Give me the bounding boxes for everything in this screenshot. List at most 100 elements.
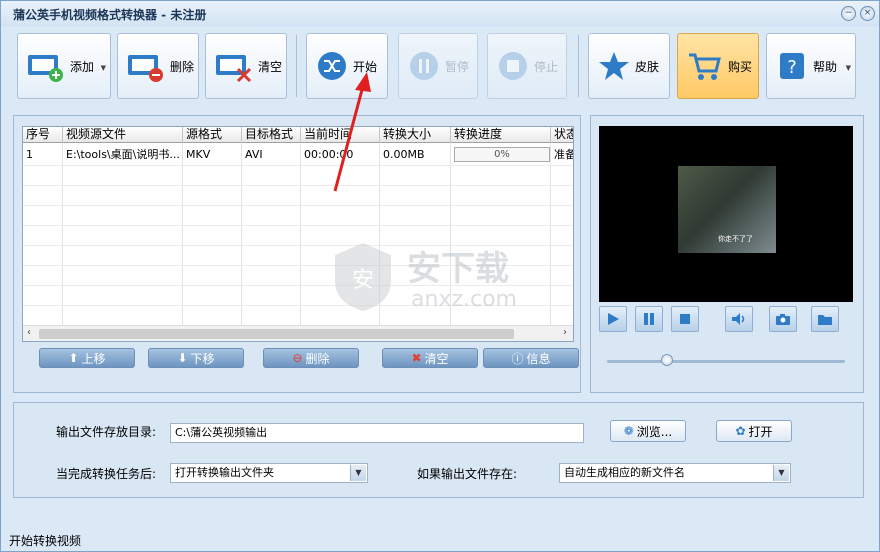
watermark-text: 安下载	[407, 249, 509, 289]
column-divider	[62, 143, 63, 327]
row-divider	[23, 165, 573, 166]
scrollbar-thumb[interactable]	[39, 329, 514, 339]
scroll-left-icon[interactable]: ‹	[27, 327, 31, 338]
after-complete-label: 当完成转换任务后:	[56, 467, 157, 481]
star-icon	[599, 52, 629, 80]
add-button[interactable]: 添加 ▼	[17, 33, 111, 99]
after-complete-value: 打开转换输出文件夹	[175, 466, 274, 479]
info-icon: ⓘ	[511, 351, 524, 366]
arrow-down-icon: ⬇	[177, 351, 188, 365]
film-reel-icon: ✿	[735, 424, 746, 438]
move-up-button[interactable]: ⬆ 上移	[39, 348, 135, 368]
film-delete-icon	[128, 55, 163, 82]
status-bar: 开始转换视频	[1, 529, 879, 551]
buy-label: 购买	[728, 59, 753, 74]
play-icon	[608, 313, 619, 325]
preview-panel: 你走不了了	[590, 115, 864, 393]
delete-button[interactable]: 删除	[117, 33, 199, 99]
video-frame: 你走不了了	[678, 166, 776, 253]
minus-circle-icon: ⊖	[292, 351, 303, 365]
stop-button[interactable]: 停止	[487, 33, 567, 99]
chevron-down-icon: ▼	[845, 64, 851, 72]
volume-button[interactable]	[725, 306, 753, 332]
play-button[interactable]	[599, 306, 627, 332]
file-exists-value: 自动生成相应的新文件名	[564, 466, 685, 479]
output-dir-label: 输出文件存放目录:	[56, 425, 157, 439]
clear-button[interactable]: 清空	[205, 33, 287, 99]
cell-src-format: MKV	[186, 148, 211, 161]
camera-icon	[776, 314, 790, 325]
toolbar-separator	[578, 35, 579, 97]
pause-button[interactable]: 暂停	[398, 33, 478, 99]
info-button[interactable]: ⓘ 信息	[483, 348, 579, 368]
folder-icon	[818, 315, 832, 325]
cell-source: E:\tools\桌面\说明书...	[66, 148, 180, 161]
column-divider	[241, 143, 242, 327]
column-header[interactable]: 转换大小	[380, 127, 451, 143]
app-window: 蒲公英手机视频格式转换器 - 未注册 − × 添加 ▼ 删除 清空 开始 暂停 …	[0, 0, 880, 552]
delete-label: 删除	[170, 59, 195, 74]
stop-preview-button[interactable]	[671, 306, 699, 332]
pause-icon	[410, 52, 438, 80]
column-header[interactable]: 源格式	[183, 127, 242, 143]
svg-text:安: 安	[352, 268, 374, 293]
info-label: 信息	[526, 351, 551, 366]
video-preview: 你走不了了	[599, 126, 853, 302]
pause-preview-button[interactable]	[635, 306, 663, 332]
column-header[interactable]: 目标格式	[242, 127, 301, 143]
shield-logo-icon: 安	[335, 243, 391, 311]
list-delete-button[interactable]: ⊖ 删除	[263, 348, 359, 368]
scroll-right-icon[interactable]: ›	[563, 327, 567, 338]
progress-bar: 0%	[454, 147, 550, 162]
open-output-button[interactable]: ✿ 打开	[716, 420, 792, 442]
cell-index: 1	[26, 148, 33, 161]
skin-button[interactable]: 皮肤	[588, 33, 670, 99]
help-label: 帮助	[813, 59, 838, 74]
horizontal-scrollbar[interactable]: ‹ ›	[23, 325, 573, 341]
clear-label: 清空	[258, 59, 283, 74]
list-clear-button[interactable]: ✖ 清空	[382, 348, 478, 368]
row-divider	[23, 205, 573, 206]
title-bar: 蒲公英手机视频格式转换器 - 未注册 − ×	[1, 1, 879, 27]
help-button[interactable]: ? 帮助 ▼	[766, 33, 856, 99]
file-exists-label: 如果输出文件存在:	[417, 467, 518, 481]
film-add-icon	[28, 55, 63, 82]
browse-button[interactable]: ❁ 浏览...	[610, 420, 686, 442]
cart-icon	[689, 53, 721, 80]
video-subtitle: 你走不了了	[718, 235, 753, 243]
file-exists-select[interactable]: 自动生成相应的新文件名 ▼	[559, 463, 791, 483]
arrow-up-icon: ⬆	[68, 351, 79, 365]
column-header[interactable]: 视频源文件	[63, 127, 183, 143]
chevron-down-icon[interactable]: ▼	[350, 465, 366, 481]
list-clear-label: 清空	[424, 351, 449, 366]
cell-status: 准备	[554, 148, 574, 161]
toolbar: 添加 ▼ 删除 清空 开始 暂停 停止 皮肤 购买 ? 帮助 ▼	[1, 27, 879, 107]
after-complete-select[interactable]: 打开转换输出文件夹 ▼	[170, 463, 368, 483]
seek-track[interactable]	[607, 360, 845, 363]
close-button[interactable]: ×	[860, 6, 875, 21]
output-dir-field[interactable]: C:\蒲公英视频输出	[170, 423, 584, 443]
minimize-button[interactable]: −	[841, 6, 856, 21]
column-header[interactable]: 序号	[23, 127, 63, 143]
column-header[interactable]: 转换进度	[451, 127, 551, 143]
chevron-down-icon: ▼	[100, 64, 106, 72]
buy-button[interactable]: 购买	[677, 33, 759, 99]
snapshot-button[interactable]	[769, 306, 797, 332]
svg-text:?: ?	[787, 57, 797, 78]
row-divider	[23, 185, 573, 186]
watermark: 安 安下载 anxz.com	[331, 237, 561, 317]
move-down-label: 下移	[190, 351, 215, 366]
list-actions: ⬆ 上移 ⬇ 下移 ⊖ 删除 ✖ 清空 ⓘ 信息	[14, 348, 582, 370]
open-folder-button[interactable]	[811, 306, 839, 332]
pause-label: 暂停	[445, 59, 470, 74]
seek-slider-handle[interactable]	[661, 354, 673, 366]
stop-label: 停止	[534, 59, 559, 74]
column-divider	[300, 143, 301, 327]
volume-icon	[732, 313, 745, 325]
chevron-down-icon[interactable]: ▼	[773, 465, 789, 481]
open-output-label: 打开	[748, 424, 773, 439]
move-down-button[interactable]: ⬇ 下移	[148, 348, 244, 368]
move-up-label: 上移	[81, 351, 106, 366]
browse-icon: ❁	[623, 424, 634, 438]
column-header[interactable]: 状态	[551, 127, 573, 143]
